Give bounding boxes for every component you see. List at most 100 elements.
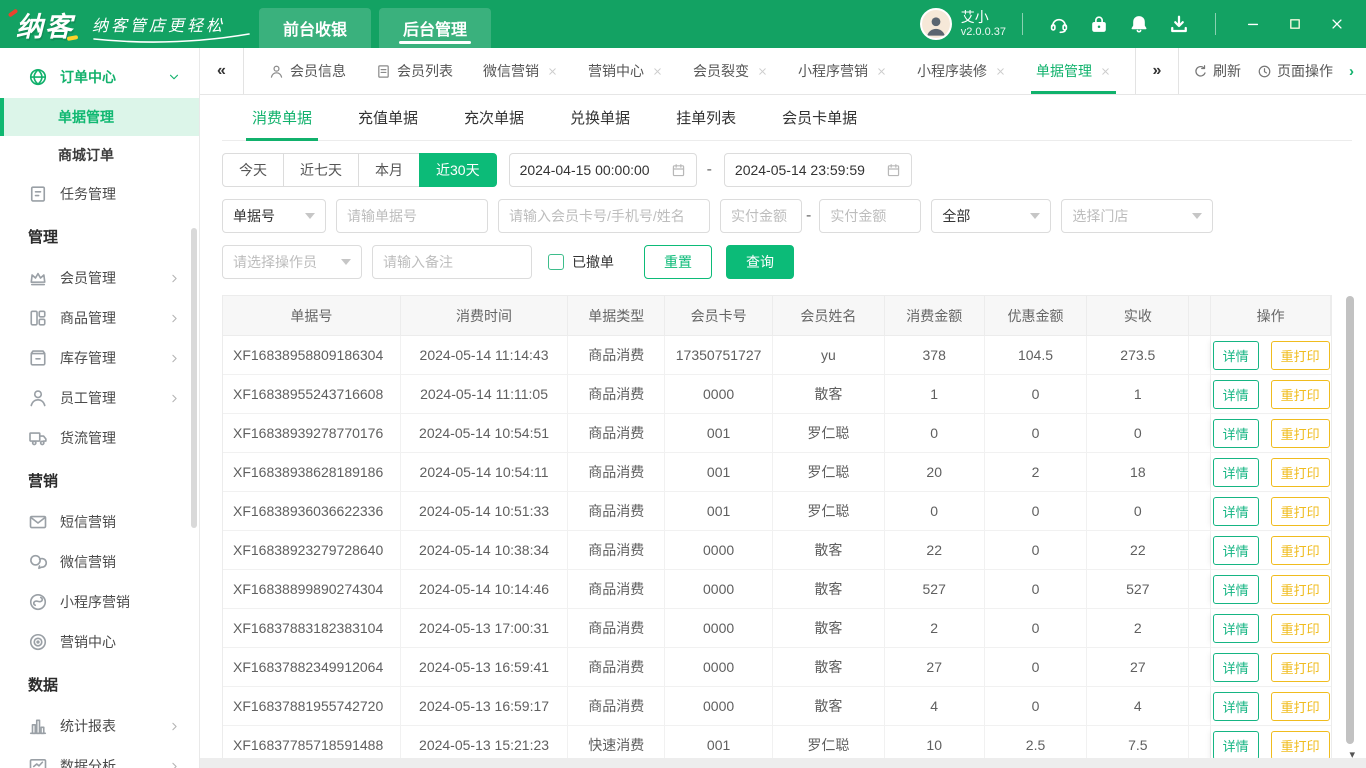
type-select[interactable]: 全部 (931, 199, 1052, 233)
workspace-tab[interactable]: 微信营销 (468, 48, 573, 94)
sidebar-item-小程序营销[interactable]: 小程序营销 (0, 582, 199, 622)
subtab-挂单列表[interactable]: 挂单列表 (676, 95, 736, 140)
amount-max-input[interactable] (819, 199, 922, 233)
quick-range-button[interactable]: 近30天 (419, 153, 497, 187)
refresh-button[interactable]: 刷新 (1193, 61, 1241, 81)
detail-button[interactable]: 详情 (1212, 613, 1259, 643)
subtab-消费单据[interactable]: 消费单据 (245, 95, 319, 141)
header-nav-tab[interactable]: 后台管理 (379, 8, 492, 48)
sidebar-item-微信营销[interactable]: 微信营销 (0, 542, 199, 582)
page-operations-button[interactable]: 页面操作 (1257, 61, 1333, 81)
workspace-tab[interactable]: 小程序装修 (902, 48, 1021, 94)
detail-button[interactable]: 详情 (1212, 652, 1259, 682)
workspace-tab[interactable]: 会员信息 (254, 48, 361, 94)
horizontal-scrollbar-track[interactable] (200, 758, 1366, 768)
detail-button[interactable]: 详情 (1212, 691, 1259, 721)
store-select[interactable]: 选择门店 (1061, 199, 1214, 233)
amount-min-input[interactable] (720, 199, 802, 233)
tab-close-icon[interactable] (547, 66, 558, 77)
reprint-button[interactable]: 重打印 (1270, 652, 1330, 682)
reprint-button[interactable]: 重打印 (1270, 535, 1330, 565)
tab-close-icon[interactable] (995, 66, 1006, 77)
date-to-input[interactable]: 2024-05-14 23:59:59 (723, 153, 912, 187)
reprint-button[interactable]: 重打印 (1270, 574, 1330, 604)
close-button[interactable] (1316, 17, 1358, 31)
bell-icon[interactable] (1119, 14, 1159, 34)
header-right: 艾小 v2.0.0.37 (919, 0, 1366, 48)
vertical-scrollbar[interactable] (1346, 296, 1354, 744)
page-operations-label: 页面操作 (1277, 63, 1333, 79)
operator-select[interactable]: 请选择操作员 (222, 245, 362, 279)
cell-bill-no: XF16838923279728640 (223, 531, 401, 570)
workspace-tab[interactable]: 单据管理 (1021, 48, 1126, 94)
subtab-充值单据[interactable]: 充值单据 (358, 95, 418, 140)
detail-button[interactable]: 详情 (1212, 535, 1259, 565)
user-info[interactable]: 艾小 v2.0.0.37 (919, 8, 1006, 40)
detail-button[interactable]: 详情 (1212, 574, 1259, 604)
workspace-tab[interactable]: 营销中心 (573, 48, 678, 94)
subtab-充次单据[interactable]: 充次单据 (464, 95, 524, 140)
download-icon[interactable] (1159, 14, 1199, 34)
detail-button[interactable]: 详情 (1212, 457, 1259, 487)
reprint-button[interactable]: 重打印 (1270, 457, 1330, 487)
maximize-button[interactable] (1274, 17, 1316, 31)
reprint-button[interactable]: 重打印 (1270, 613, 1330, 643)
reprint-button[interactable]: 重打印 (1270, 340, 1330, 370)
bill-no-input[interactable] (336, 199, 488, 233)
tabs-collapse-button[interactable]: « (200, 48, 244, 94)
sidebar-item-任务管理[interactable]: 任务管理 (0, 174, 199, 214)
sidebar-section-数据: 数据 (28, 676, 59, 694)
quick-range-button[interactable]: 近七天 (283, 153, 359, 187)
date-from-input[interactable]: 2024-04-15 00:00:00 (508, 153, 697, 187)
detail-button[interactable]: 详情 (1212, 418, 1259, 448)
bill-field-select[interactable]: 单据号 (222, 199, 326, 233)
minimize-button[interactable] (1232, 17, 1274, 31)
workspace-tab[interactable]: 小程序营销 (783, 48, 902, 94)
tab-close-icon[interactable] (652, 66, 663, 77)
workspace-tab[interactable]: 会员列表 (361, 48, 468, 94)
reprint-button[interactable]: 重打印 (1270, 730, 1330, 760)
sidebar-item-库存管理[interactable]: 库存管理 (0, 338, 199, 378)
reprint-button[interactable]: 重打印 (1270, 418, 1330, 448)
search-button[interactable]: 查询 (726, 245, 794, 279)
sidebar-item-统计报表[interactable]: 统计报表 (0, 706, 199, 746)
sidebar-group-订单中心[interactable]: 订单中心 (0, 56, 199, 98)
cell-type: 商品消费 (568, 492, 666, 531)
quick-range-button[interactable]: 本月 (358, 153, 420, 187)
sidebar-subitem-单据管理[interactable]: 单据管理 (0, 98, 199, 136)
member-search-input[interactable] (498, 199, 710, 233)
lock-icon[interactable] (1079, 14, 1119, 34)
reprint-button[interactable]: 重打印 (1270, 379, 1330, 409)
detail-button[interactable]: 详情 (1212, 496, 1259, 526)
sidebar-item-营销中心[interactable]: 营销中心 (0, 622, 199, 662)
tab-close-icon[interactable] (876, 66, 887, 77)
detail-button[interactable]: 详情 (1212, 340, 1259, 370)
reprint-button[interactable]: 重打印 (1270, 496, 1330, 526)
cell-type: 商品消费 (568, 453, 666, 492)
list-icon (376, 64, 391, 79)
service-icon[interactable] (1039, 14, 1079, 34)
header-nav-tab[interactable]: 前台收银 (259, 8, 372, 48)
detail-button[interactable]: 详情 (1212, 379, 1259, 409)
quick-range-button[interactable]: 今天 (222, 153, 284, 187)
reset-button[interactable]: 重置 (644, 245, 712, 279)
reprint-button[interactable]: 重打印 (1270, 691, 1330, 721)
sidebar-subitem-商城订单[interactable]: 商城订单 (0, 136, 199, 174)
sidebar-item-数据分析[interactable]: 数据分析 (0, 746, 199, 768)
tabs-expand-button[interactable]: » (1135, 48, 1179, 94)
tab-close-icon[interactable] (757, 66, 768, 77)
detail-button[interactable]: 详情 (1212, 730, 1259, 760)
sidebar-item-会员管理[interactable]: 会员管理 (0, 258, 199, 298)
sidebar-item-短信营销[interactable]: 短信营销 (0, 502, 199, 542)
cancelled-checkbox[interactable] (548, 254, 564, 270)
chevron-right-icon[interactable]: › (1349, 63, 1354, 80)
subtab-兑换单据[interactable]: 兑换单据 (570, 95, 630, 140)
subtab-会员卡单据[interactable]: 会员卡单据 (782, 95, 857, 140)
workspace-tab[interactable]: 会员裂变 (678, 48, 783, 94)
sidebar-item-货流管理[interactable]: 货流管理 (0, 418, 199, 458)
sidebar-scrollbar[interactable] (191, 228, 197, 528)
sidebar-item-商品管理[interactable]: 商品管理 (0, 298, 199, 338)
sidebar-item-员工管理[interactable]: 员工管理 (0, 378, 199, 418)
remark-input[interactable] (372, 245, 532, 279)
tab-close-icon[interactable] (1100, 66, 1111, 77)
